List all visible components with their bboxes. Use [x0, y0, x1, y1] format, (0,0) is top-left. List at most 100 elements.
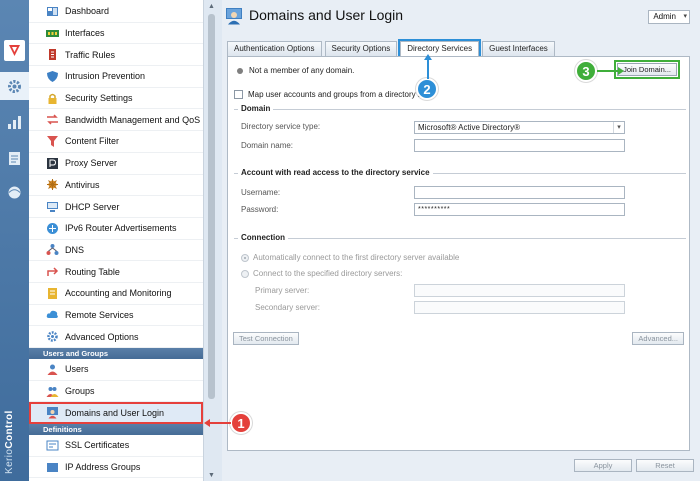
scroll-down-icon[interactable]: ▼: [205, 469, 218, 481]
secondary-server-input[interactable]: [414, 301, 625, 314]
statistics-icon[interactable]: [4, 112, 25, 133]
tab-security-options[interactable]: Security Options: [324, 41, 398, 56]
sidebar-item-dashboard[interactable]: Dashboard: [29, 1, 203, 23]
domain-name-input[interactable]: [414, 139, 625, 152]
dashboard-icon: [46, 5, 59, 18]
routing-icon: [46, 265, 59, 278]
sidebar-item-security-settings[interactable]: Security Settings: [29, 88, 203, 110]
page-title: Domains and User Login: [249, 7, 404, 23]
scroll-up-icon[interactable]: ▲: [205, 0, 218, 12]
password-label: Password:: [241, 205, 279, 214]
ip-groups-icon: [46, 461, 59, 474]
proxy-icon: [46, 157, 59, 170]
account-fieldset: Account with read access to the director…: [234, 168, 686, 219]
username-label: Username:: [241, 188, 281, 197]
user-menu[interactable]: Admin ▾: [648, 10, 690, 24]
product-name: KerioControl: [4, 410, 15, 474]
sidebar-item-traffic-rules[interactable]: Traffic Rules: [29, 44, 203, 67]
domain-user-icon: [225, 7, 243, 25]
lock-icon: [46, 92, 59, 105]
directory-type-label: Directory service type:: [241, 122, 321, 131]
main-panel: Domains and User Login Admin ▾ Authentica…: [222, 0, 700, 481]
sidebar-scrollbar[interactable]: ▲ ▼: [205, 0, 218, 481]
directory-type-select[interactable]: Microsoft® Active Directory® ▾: [414, 121, 625, 134]
auto-connect-label: Automatically connect to the first direc…: [253, 253, 460, 262]
sidebar-item-ssl-certificates[interactable]: SSL Certificates: [29, 435, 203, 457]
tab-authentication-options[interactable]: Authentication Options: [227, 41, 322, 56]
groups-icon: [46, 385, 59, 398]
username-input[interactable]: [414, 186, 625, 199]
advanced-icon: [46, 330, 59, 343]
dhcp-icon: [46, 200, 59, 213]
apply-button[interactable]: Apply: [574, 459, 632, 472]
sidebar-item-routing-table[interactable]: Routing Table: [29, 261, 203, 283]
logs-icon[interactable]: [4, 148, 25, 169]
specified-servers-radio[interactable]: [241, 270, 249, 278]
sidebar-item-dns[interactable]: DNS: [29, 240, 203, 262]
primary-server-label: Primary server:: [255, 286, 310, 295]
sidebar-item-content-filter[interactable]: Content Filter: [29, 131, 203, 153]
chevron-down-icon: ▾: [683, 13, 687, 20]
reset-button[interactable]: Reset: [636, 459, 694, 472]
secondary-server-label: Secondary server:: [255, 303, 320, 312]
sidebar-item-antivirus[interactable]: Antivirus: [29, 175, 203, 197]
sidebar-item-proxy-server[interactable]: Proxy Server: [29, 153, 203, 175]
tab-directory-services[interactable]: Directory Services: [398, 39, 482, 58]
accounting-icon: [46, 287, 59, 300]
chevron-down-icon: ▾: [613, 122, 624, 133]
auto-connect-radio[interactable]: [241, 254, 249, 262]
join-domain-button[interactable]: Join Domain...: [614, 60, 680, 79]
primary-server-input[interactable]: [414, 284, 625, 297]
map-accounts-label: Map user accounts and groups from a dire…: [248, 90, 427, 99]
app-rail: KerioControl: [0, 0, 29, 481]
specified-servers-label: Connect to the specified directory serve…: [253, 269, 403, 278]
sidebar-item-remote-services[interactable]: Remote Services: [29, 305, 203, 327]
callout-3: 3: [575, 60, 597, 82]
tab-guest-interfaces[interactable]: Guest Interfaces: [482, 41, 555, 56]
tab-bar: Authentication Options Security Options …: [227, 39, 558, 58]
section-users-and-groups: Users and Groups: [29, 348, 203, 359]
bandwidth-icon: [46, 113, 59, 126]
callout-2-arrow-icon: [424, 54, 432, 79]
sidebar-item-accounting[interactable]: Accounting and Monitoring: [29, 283, 203, 305]
password-input[interactable]: **********: [414, 203, 625, 216]
cloud-icon: [46, 308, 59, 321]
user-icon: [46, 363, 59, 376]
connection-legend: Connection: [238, 233, 288, 242]
test-connection-button[interactable]: Test Connection: [233, 332, 299, 345]
traffic-rules-icon: [46, 48, 59, 61]
sidebar-item-users[interactable]: Users: [29, 359, 203, 381]
domain-user-icon: [46, 406, 59, 419]
domain-status-text: Not a member of any domain.: [249, 66, 355, 75]
domain-fieldset: Domain Directory service type: Microsoft…: [234, 104, 686, 157]
callout-1-arrow-icon: [204, 419, 231, 427]
map-accounts-checkbox[interactable]: [234, 90, 243, 99]
antivirus-icon: [46, 178, 59, 191]
connection-fieldset: Connection Automatically connect to the …: [234, 233, 686, 318]
callout-3-arrow-icon: [597, 67, 624, 75]
section-definitions: Definitions: [29, 424, 203, 436]
filter-icon: [46, 135, 59, 148]
configuration-gear-icon[interactable]: [0, 72, 29, 100]
interfaces-icon: [46, 27, 59, 40]
sidebar-item-bandwidth[interactable]: Bandwidth Management and QoS: [29, 109, 203, 132]
kerio-logo-icon[interactable]: [4, 40, 25, 61]
sidebar-item-ipv6-router[interactable]: IPv6 Router Advertisements: [29, 218, 203, 240]
sidebar-item-intrusion-prevention[interactable]: Intrusion Prevention: [29, 66, 203, 88]
sidebar-nav: Dashboard Interfaces Traffic Rules Intru…: [29, 0, 204, 481]
status-globe-icon[interactable]: [4, 182, 25, 203]
ipv6-icon: [46, 222, 59, 235]
callout-2: 2: [416, 78, 438, 100]
sidebar-item-advanced-options[interactable]: Advanced Options: [29, 326, 203, 348]
domain-legend: Domain: [238, 104, 274, 113]
scrollbar-thumb[interactable]: [208, 14, 215, 399]
dns-icon: [46, 243, 59, 256]
sidebar-item-groups[interactable]: Groups: [29, 381, 203, 403]
sidebar-item-interfaces[interactable]: Interfaces: [29, 23, 203, 45]
account-legend: Account with read access to the director…: [238, 168, 433, 177]
sidebar-item-domains-and-user-login[interactable]: Domains and User Login: [29, 402, 203, 425]
sidebar-item-ip-address-groups[interactable]: IP Address Groups: [29, 457, 203, 479]
map-accounts-option[interactable]: Map user accounts and groups from a dire…: [234, 90, 426, 99]
sidebar-item-dhcp-server[interactable]: DHCP Server: [29, 196, 203, 218]
advanced-button[interactable]: Advanced...: [632, 332, 684, 345]
